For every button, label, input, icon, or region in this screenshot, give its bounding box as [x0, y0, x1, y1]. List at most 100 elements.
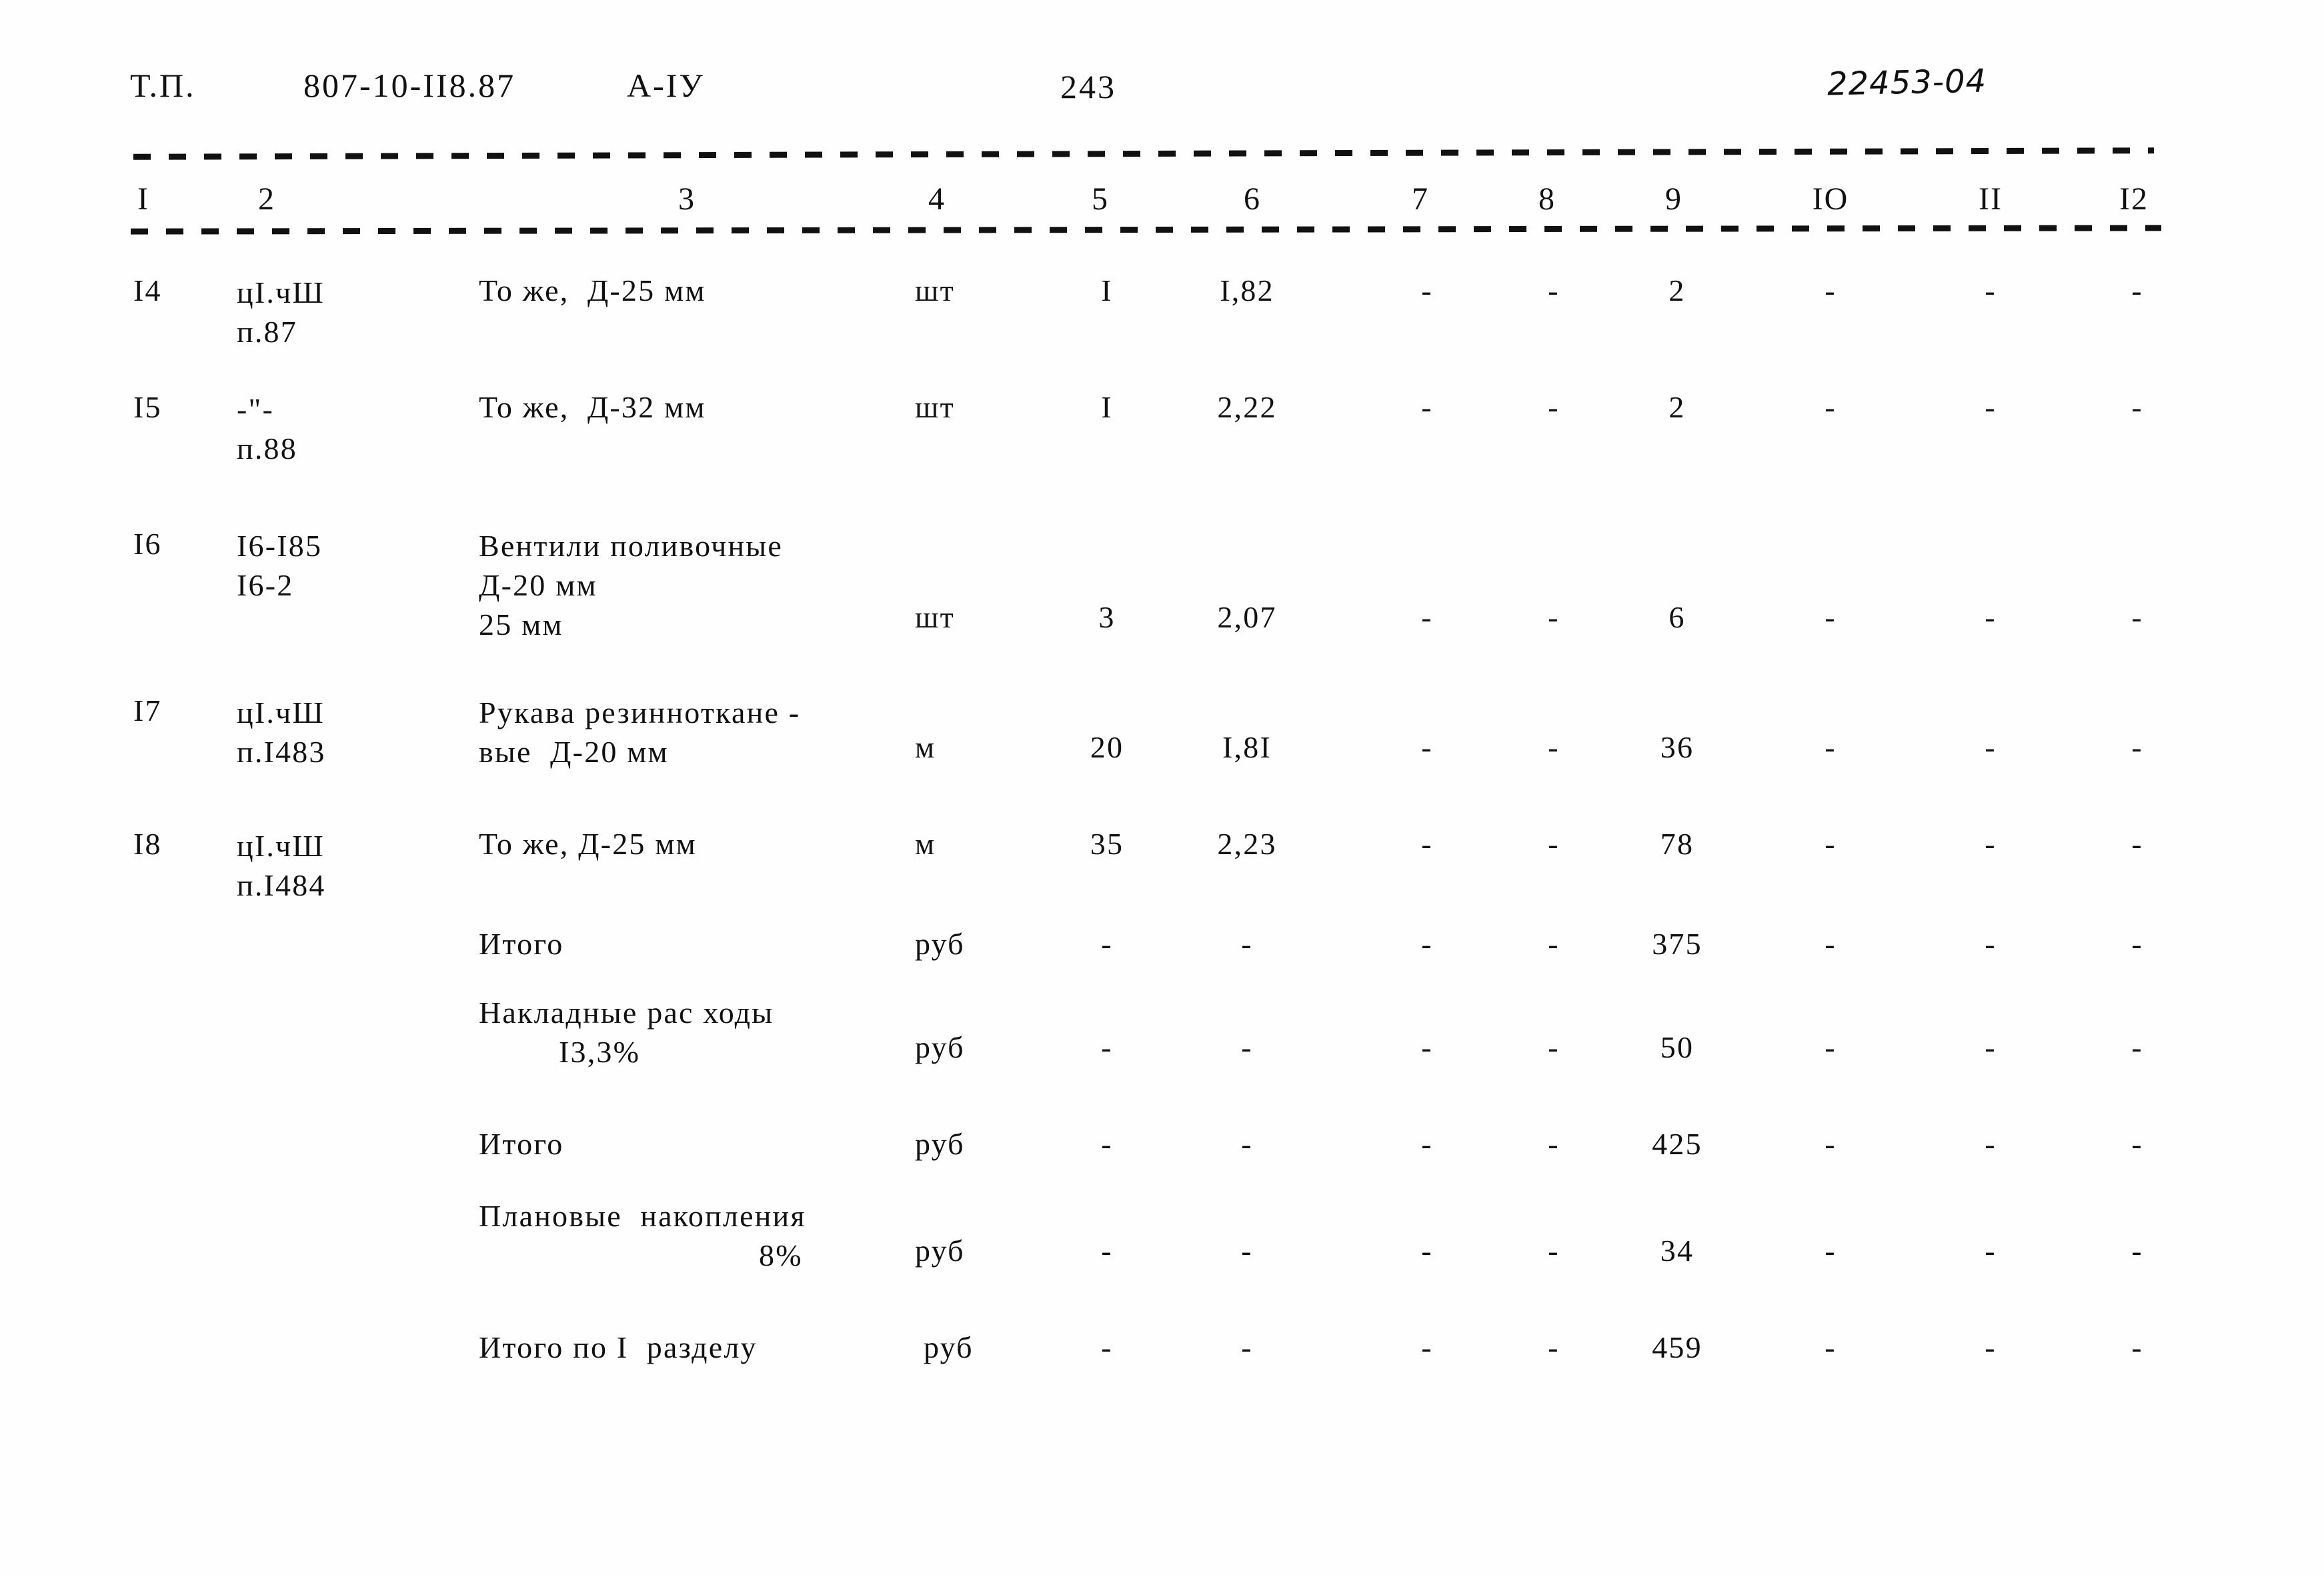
row-description-line1: Вентили поливочные [479, 529, 783, 563]
summary-col8: - [1548, 1234, 1560, 1268]
summary-col5: - [1101, 1030, 1113, 1064]
row-code-line1: I6-I85 [237, 529, 323, 563]
row-code-line1: цI.чШ [237, 275, 325, 309]
document-page: Т.П. 807-10-II8.87 А-IУ 243 22453-04 I 2… [0, 0, 2324, 1575]
summary-col7: - [1421, 927, 1433, 961]
row-col8: - [1548, 730, 1560, 764]
summary-unit: руб [915, 1030, 965, 1064]
summary-col11: - [1985, 1330, 1997, 1364]
summary-col10: - [1825, 927, 1837, 961]
summary-unit: руб [915, 1127, 965, 1161]
row-code-line2: п.87 [237, 314, 297, 349]
summary-col11: - [1985, 927, 1997, 961]
row-number: I5 [133, 390, 162, 424]
summary-col9-total: 375 [1652, 927, 1702, 961]
row-quantity: I [1101, 390, 1113, 424]
row-description: То же, Д-25 мм [479, 273, 706, 307]
row-code-line2: п.I484 [237, 868, 326, 902]
row-description: Рукава резинноткане - вые Д-20 мм [479, 693, 800, 772]
row-code: I6-I85 I6-2 [237, 527, 322, 605]
table-body: I4 цI.чШ п.87 То же, Д-25 мм шт I I,82 - … [0, 0, 2324, 1575]
row-col12: - [2131, 273, 2143, 307]
row-col9-total: 78 [1660, 827, 1694, 861]
summary-label: Итого [479, 927, 564, 961]
summary-label-line1: Накладные рас ходы [479, 996, 774, 1030]
summary-col6: - [1241, 1030, 1253, 1064]
summary-unit: руб [915, 1234, 965, 1268]
row-number: I7 [133, 693, 162, 727]
row-col7: - [1421, 273, 1433, 307]
row-number: I6 [133, 527, 162, 561]
row-description: Вентили поливочные Д-20 мм 25 мм [479, 527, 783, 645]
row-unit-price: 2,07 [1217, 600, 1277, 634]
row-col10: - [1825, 730, 1837, 764]
row-code-line1: цI.чШ [237, 695, 325, 729]
row-col11: - [1985, 730, 1997, 764]
summary-col10: - [1825, 1234, 1837, 1268]
row-col7: - [1421, 730, 1433, 764]
summary-col12: - [2131, 1127, 2143, 1161]
summary-label-percent: I3,3% [559, 1034, 641, 1069]
row-code-line2: I6-2 [237, 567, 294, 602]
row-unit: шт [915, 273, 955, 307]
row-code: цI.чШ п.I483 [237, 693, 326, 772]
summary-unit: руб [915, 927, 965, 961]
row-description: То же, Д-25 мм [479, 827, 697, 861]
summary-col10: - [1825, 1030, 1837, 1064]
summary-col12: - [2131, 1234, 2143, 1268]
summary-label-line1: Плановые накопления [479, 1199, 806, 1233]
summary-col9-total: 425 [1652, 1127, 1702, 1161]
summary-col7: - [1421, 1330, 1433, 1364]
summary-col8: - [1548, 1030, 1560, 1064]
summary-col8: - [1548, 1127, 1560, 1161]
summary-label: Накладные рас ходы I3,3% [479, 994, 774, 1072]
row-code-line2: п.I483 [237, 734, 326, 769]
row-col7: - [1421, 390, 1433, 424]
row-col12: - [2131, 730, 2143, 764]
row-description-line3: 25 мм [479, 607, 563, 641]
summary-col5: - [1101, 1330, 1113, 1364]
row-code-line1: -"- [237, 392, 275, 426]
row-code: цI.чШ п.I484 [237, 827, 326, 906]
summary-col5: - [1101, 927, 1113, 961]
summary-col5: - [1101, 1234, 1113, 1268]
summary-col11: - [1985, 1030, 1997, 1064]
row-unit-price: I,82 [1220, 273, 1274, 307]
row-quantity: 35 [1090, 827, 1124, 861]
row-code-line1: цI.чШ [237, 829, 325, 863]
row-col11: - [1985, 390, 1997, 424]
summary-col6: - [1241, 1127, 1253, 1161]
row-col11: - [1985, 273, 1997, 307]
row-unit: шт [915, 600, 955, 634]
summary-col12: - [2131, 927, 2143, 961]
summary-col11: - [1985, 1127, 1997, 1161]
row-quantity: 20 [1090, 730, 1124, 764]
summary-label: Итого [479, 1127, 564, 1161]
row-description: То же, Д-32 мм [479, 390, 706, 424]
summary-col5: - [1101, 1127, 1113, 1161]
row-col10: - [1825, 390, 1837, 424]
row-unit: м [915, 730, 936, 764]
row-col10: - [1825, 273, 1837, 307]
row-col10: - [1825, 827, 1837, 861]
row-unit: м [915, 827, 936, 861]
row-unit-price: I,8I [1222, 730, 1272, 764]
row-col9-total: 2 [1668, 273, 1686, 307]
row-col9-total: 36 [1660, 730, 1694, 764]
summary-col6: - [1241, 1234, 1253, 1268]
row-description-line2: вые Д-20 мм [479, 734, 669, 769]
row-unit-price: 2,22 [1217, 390, 1277, 424]
row-col7: - [1421, 827, 1433, 861]
summary-col11: - [1985, 1234, 1997, 1268]
summary-col12: - [2131, 1330, 2143, 1364]
summary-label: Итого по I разделу [479, 1330, 758, 1364]
summary-col7: - [1421, 1127, 1433, 1161]
row-col12: - [2131, 827, 2143, 861]
row-code: -"- п.88 [237, 390, 297, 469]
row-number: I4 [133, 273, 162, 307]
row-col7: - [1421, 600, 1433, 634]
row-unit: шт [915, 390, 955, 424]
row-col9-total: 2 [1668, 390, 1686, 424]
row-col9-total: 6 [1668, 600, 1686, 634]
summary-col9-total: 34 [1660, 1234, 1694, 1268]
